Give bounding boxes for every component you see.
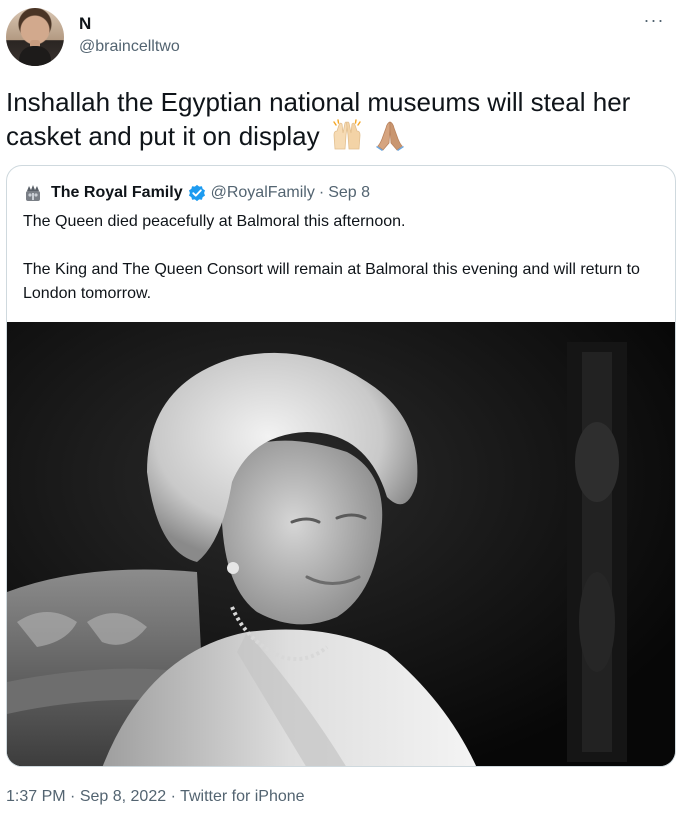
quoted-tweet[interactable]: The Royal Family @RoyalFamily · Sep 8 Th… [6,165,676,767]
quoted-paragraph-1: The Queen died peacefully at Balmoral th… [23,213,406,230]
royal-crest-icon [26,185,40,201]
tweet: N @braincelltwo ··· Inshallah the Egypti… [0,0,680,813]
quoted-tweet-text: The Queen died peacefully at Balmoral th… [23,210,659,306]
tweet-text: Inshallah the Egyptian national museums … [6,86,666,153]
quoted-photo[interactable] [7,322,675,766]
quoted-paragraph-2: The King and The Queen Consort will rema… [23,261,640,302]
quoted-tweet-header: The Royal Family @RoyalFamily · Sep 8 [23,182,370,204]
author-handle[interactable]: @braincelltwo [79,38,180,56]
portrait-photo [7,322,675,766]
raising-hands-icon [333,119,361,150]
tweet-time[interactable]: 1:37 PM [6,788,66,805]
folded-hands-icon [376,121,405,151]
avatar[interactable] [6,8,64,66]
quoted-handle[interactable]: @RoyalFamily [211,184,315,202]
quoted-separator: · [318,184,325,201]
quoted-date[interactable]: Sep 8 [328,184,370,202]
tweet-date[interactable]: Sep 8, 2022 [80,788,166,805]
tweet-source[interactable]: Twitter for iPhone [180,788,305,805]
meta-separator: · [170,788,176,805]
avatar-torso [19,46,51,66]
tweet-meta: 1:37 PM · Sep 8, 2022 · Twitter for iPho… [6,788,305,806]
verified-badge-icon [188,184,205,202]
author-display-name[interactable]: N [79,14,91,34]
tweet-text-body: Inshallah the Egyptian national museums … [6,87,631,151]
more-horizontal-icon[interactable]: ··· [642,10,666,30]
meta-separator: · [70,788,76,805]
quoted-display-name[interactable]: The Royal Family [51,184,183,202]
